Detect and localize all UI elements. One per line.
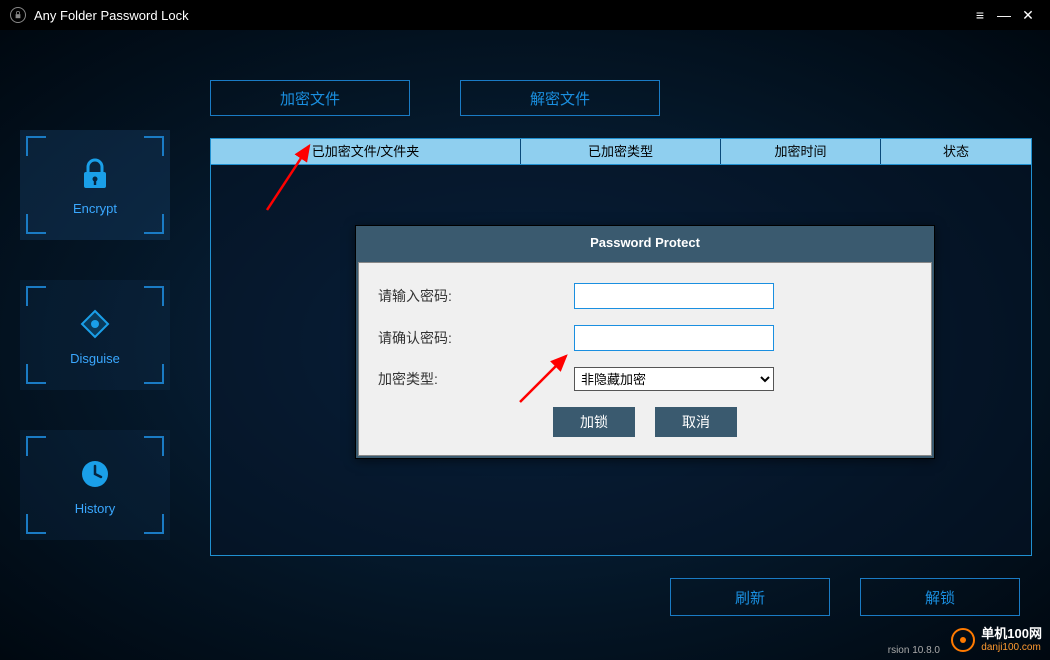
decrypt-file-button[interactable]: 解密文件 [460, 80, 660, 116]
column-type: 已加密类型 [521, 139, 721, 164]
app-title: Any Folder Password Lock [34, 8, 189, 23]
watermark: 单机100网 danji100.com [951, 626, 1042, 654]
refresh-button[interactable]: 刷新 [670, 578, 830, 616]
watermark-url: danji100.com [981, 642, 1042, 654]
menu-button[interactable]: ≡ [968, 7, 992, 23]
encrypt-type-label: 加密类型: [374, 369, 574, 389]
sidebar: Encrypt Disguise History [20, 130, 170, 540]
sidebar-item-history[interactable]: History [20, 430, 170, 540]
app-lock-icon [10, 7, 26, 23]
watermark-title: 单机100网 [981, 626, 1042, 642]
title-bar: Any Folder Password Lock ≡ — ✕ [0, 0, 1050, 30]
bottom-actions: 刷新 解锁 [670, 578, 1020, 616]
version-text: rsion 10.8.0 [888, 645, 940, 656]
password-dialog: Password Protect 请输入密码: 请确认密码: 加密类型: 非隐藏… [355, 225, 935, 459]
encrypt-file-button[interactable]: 加密文件 [210, 80, 410, 116]
encrypt-type-select[interactable]: 非隐藏加密 [574, 367, 774, 391]
password-input[interactable] [574, 283, 774, 309]
lock-button[interactable]: 加锁 [553, 407, 635, 437]
close-button[interactable]: ✕ [1016, 7, 1040, 24]
column-status: 状态 [881, 139, 1031, 164]
minimize-button[interactable]: — [992, 7, 1016, 23]
column-time: 加密时间 [721, 139, 881, 164]
confirm-password-label: 请确认密码: [374, 328, 574, 348]
password-label: 请输入密码: [374, 286, 574, 306]
cancel-button[interactable]: 取消 [655, 407, 737, 437]
confirm-password-input[interactable] [574, 325, 774, 351]
sidebar-item-encrypt[interactable]: Encrypt [20, 130, 170, 240]
column-file: 已加密文件/文件夹 [211, 139, 521, 164]
sidebar-item-disguise[interactable]: Disguise [20, 280, 170, 390]
dialog-title: Password Protect [356, 226, 934, 260]
watermark-icon [951, 628, 975, 652]
top-actions: 加密文件 解密文件 [210, 80, 660, 116]
table-header: 已加密文件/文件夹 已加密类型 加密时间 状态 [211, 139, 1031, 165]
unlock-button[interactable]: 解锁 [860, 578, 1020, 616]
